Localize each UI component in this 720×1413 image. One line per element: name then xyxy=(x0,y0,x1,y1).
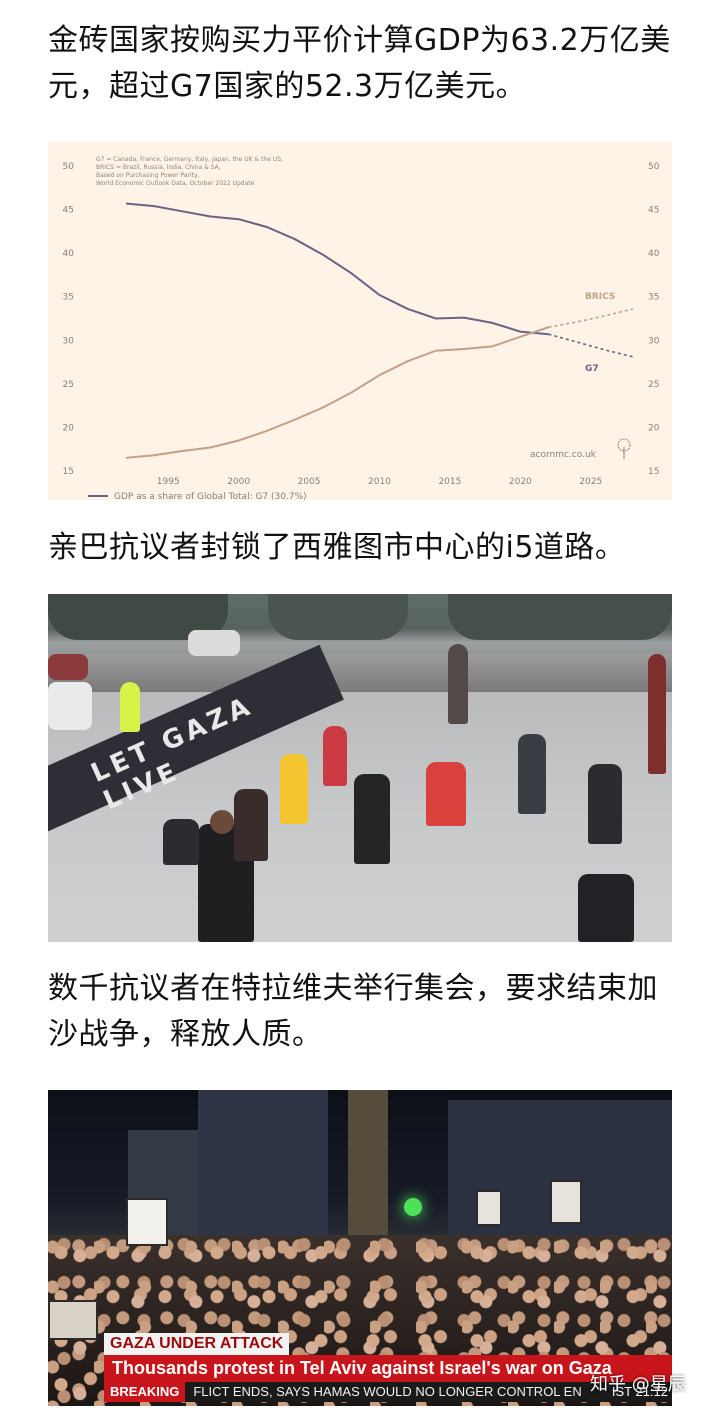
protester xyxy=(588,764,622,844)
news-tag: GAZA UNDER ATTACK xyxy=(104,1333,290,1355)
y-tick-left: 35 xyxy=(63,293,74,303)
chart-note: Based on Purchasing Power Parity, xyxy=(96,172,200,179)
x-tick: 2025 xyxy=(579,477,602,487)
protester xyxy=(120,682,140,732)
protester xyxy=(354,774,390,864)
x-tick: 2020 xyxy=(509,477,532,487)
seattle-protest-photo: LET GAZA LIVE xyxy=(48,594,672,942)
protest-sign xyxy=(48,1300,98,1340)
protester xyxy=(518,734,546,814)
y-tick-left: 45 xyxy=(63,206,74,216)
y-tick-right: 40 xyxy=(648,249,660,259)
zhihu-watermark: 知乎 @星辰 xyxy=(590,1374,686,1395)
news-headline: Thousands protest in Tel Aviv against Is… xyxy=(104,1355,672,1382)
protester xyxy=(578,874,634,942)
protester-head xyxy=(210,810,234,834)
x-tick: 2015 xyxy=(438,477,461,487)
breaking-label: BREAKING xyxy=(104,1382,186,1402)
chart-svg: 15 1520 2025 2530 3035 3540 4045 4550 501995 2000… xyxy=(63,156,660,500)
car xyxy=(188,630,240,656)
car xyxy=(48,682,92,730)
x-tick: 2000 xyxy=(227,477,250,487)
car xyxy=(48,654,88,680)
protester xyxy=(426,762,466,826)
protester xyxy=(280,754,308,824)
series-projection-brics xyxy=(548,308,634,328)
series-line-brics xyxy=(125,326,549,459)
series-label-g7: G7 xyxy=(585,364,599,374)
y-tick-right: 15 xyxy=(648,467,659,477)
chart-note: G7 = Canada, France, Germany, Italy, Jap… xyxy=(96,156,283,163)
highway-barrier xyxy=(48,654,672,692)
acorn-tree-icon xyxy=(617,438,631,459)
series-line-g7 xyxy=(125,202,549,336)
tree xyxy=(448,594,672,640)
series-projection-g7 xyxy=(548,333,634,358)
chart-note: BRICS = Brazil, Russia, India, China & S… xyxy=(96,164,221,171)
hostage-poster xyxy=(476,1190,502,1226)
paragraph-tel-aviv-rally: 数千抗议者在特拉维夫举行集会，要求结束加沙战争，释放人质。 xyxy=(48,971,658,1052)
protester xyxy=(648,654,666,774)
y-tick-left: 50 xyxy=(63,162,75,172)
paragraph-brics-gdp: 金砖国家按购买力平价计算GDP为63.2万亿美元，超过G7国家的52.3万亿美元… xyxy=(48,23,671,104)
y-tick-right: 50 xyxy=(648,162,660,172)
y-tick-right: 30 xyxy=(648,336,660,346)
protester xyxy=(234,789,268,861)
legend-text: GDP as a share of Global Total: G7 (30.7… xyxy=(114,492,307,500)
y-tick-left: 25 xyxy=(63,380,74,390)
y-tick-right: 35 xyxy=(648,293,659,303)
y-tick-left: 30 xyxy=(63,336,75,346)
y-tick-right: 20 xyxy=(648,423,660,433)
tree xyxy=(268,594,408,640)
chart-note: World Economic Outlook Data, October 202… xyxy=(96,180,255,187)
x-tick: 1995 xyxy=(157,477,180,487)
protester xyxy=(163,819,199,865)
gdp-share-chart: 15 15 20 20 25 25 30 30 35 35 40 40 45 45 50 50 1995 2000… xyxy=(48,141,672,500)
y-tick-right: 25 xyxy=(648,380,659,390)
protester xyxy=(448,644,468,724)
y-tick-right: 45 xyxy=(648,206,659,216)
y-tick-left: 15 xyxy=(63,467,74,477)
hostage-poster xyxy=(550,1180,582,1224)
y-tick-left: 40 xyxy=(63,249,75,259)
protest-sign xyxy=(126,1198,168,1246)
palm-tree xyxy=(348,1090,388,1240)
news-ticker: BREAKING FLICT ENDS, SAYS HAMAS WOULD NO … xyxy=(104,1382,672,1402)
ticker-text: FLICT ENDS, SAYS HAMAS WOULD NO LONGER C… xyxy=(193,1384,582,1399)
tel-aviv-rally-photo: GAZA UNDER ATTACK Thousands protest in T… xyxy=(48,1090,672,1406)
x-tick: 2005 xyxy=(298,477,321,487)
traffic-light xyxy=(404,1198,422,1216)
chart-source: acornmc.co.uk xyxy=(530,450,597,460)
paragraph-seattle-protest: 亲巴抗议者封锁了西雅图市中心的i5道路。 xyxy=(48,530,626,565)
x-tick: 2010 xyxy=(368,477,391,487)
series-label-brics: BRICS xyxy=(585,292,615,302)
protester xyxy=(323,726,347,786)
y-tick-left: 20 xyxy=(63,423,75,433)
building xyxy=(198,1090,328,1240)
